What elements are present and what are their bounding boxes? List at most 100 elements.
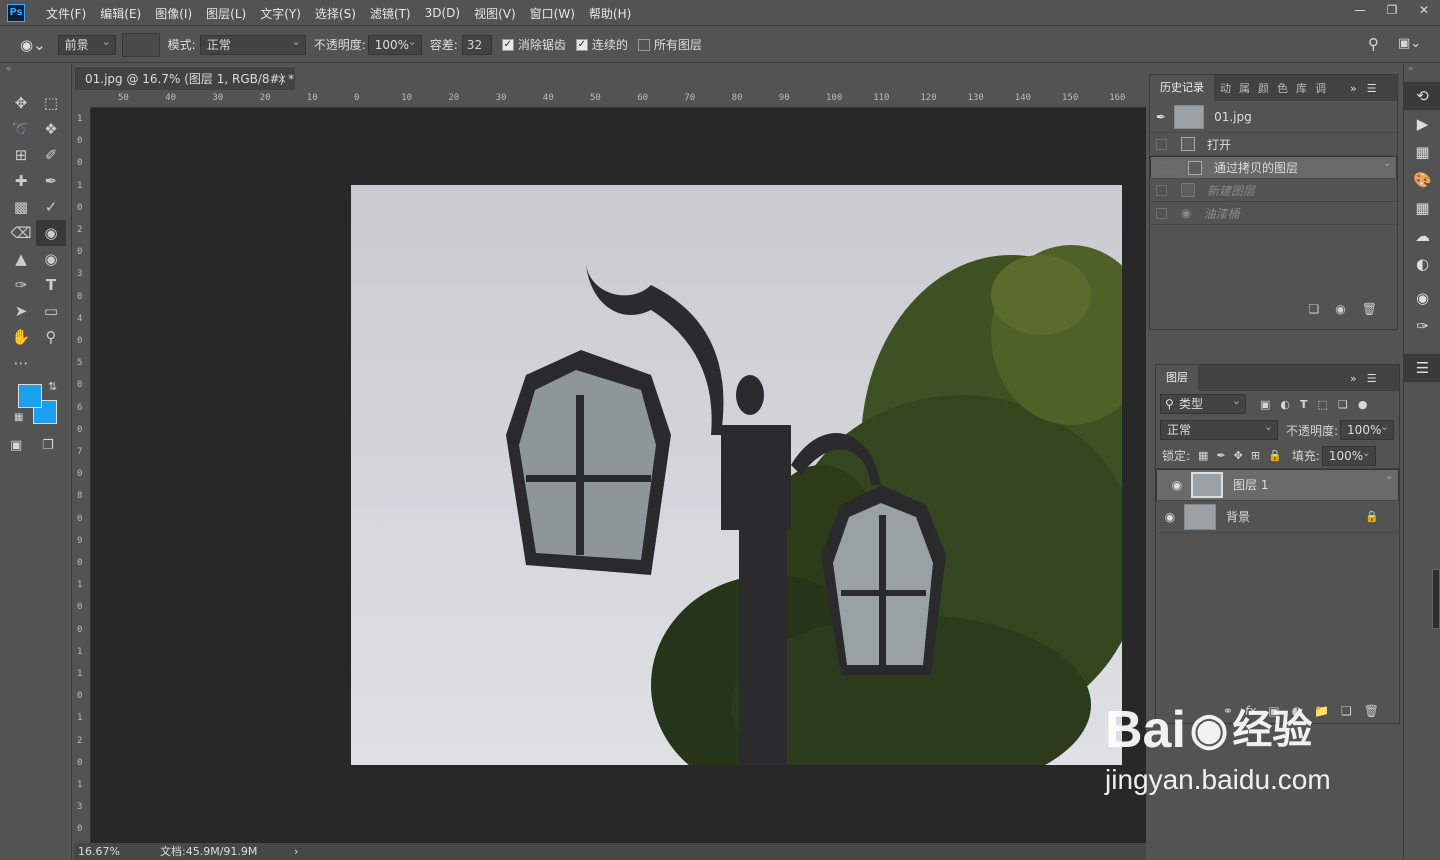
- marquee-tool-icon[interactable]: ⬚: [36, 90, 66, 116]
- paths-panel-icon[interactable]: ✑: [1404, 312, 1440, 340]
- eraser-tool-icon[interactable]: ⌫: [6, 220, 36, 246]
- crop-tool-icon[interactable]: ⊞: [6, 142, 36, 168]
- tab-adjustments[interactable]: 调: [1315, 80, 1326, 96]
- history-brush-source-icon[interactable]: ✒: [1156, 110, 1166, 124]
- visibility-eye-icon[interactable]: ◉: [1156, 510, 1184, 524]
- panel-expand-icon[interactable]: »: [1350, 372, 1357, 385]
- tab-actions[interactable]: 动: [1220, 80, 1231, 96]
- healing-brush-tool-icon[interactable]: ✚: [6, 168, 36, 194]
- layer-row-layer1[interactable]: ◉ 图层 1: [1156, 467, 1399, 501]
- swatches-panel-icon[interactable]: ▦: [1404, 194, 1440, 222]
- menu-filter[interactable]: 滤镜(T): [370, 5, 411, 22]
- opacity-input[interactable]: 100%: [367, 33, 422, 55]
- panel-menu-icon[interactable]: ☰: [1367, 82, 1377, 95]
- filter-type-icon[interactable]: T: [1300, 398, 1308, 411]
- close-document-icon[interactable]: ×: [277, 67, 287, 91]
- tab-properties[interactable]: 属: [1239, 80, 1250, 96]
- close-icon[interactable]: ✕: [1408, 0, 1440, 20]
- clone-stamp-tool-icon[interactable]: ▩: [6, 194, 36, 220]
- path-select-tool-icon[interactable]: ➤: [6, 298, 36, 324]
- visibility-eye-icon[interactable]: ◉: [1163, 476, 1191, 494]
- lock-position-icon[interactable]: ✥: [1234, 449, 1243, 462]
- quick-select-tool-icon[interactable]: ❖: [36, 116, 66, 142]
- antialias-checkbox[interactable]: ✓: [501, 38, 514, 51]
- new-document-from-state-icon[interactable]: ❏: [1309, 302, 1320, 316]
- menu-layer[interactable]: 图层(L): [206, 5, 246, 22]
- move-tool-icon[interactable]: ✥: [6, 90, 36, 116]
- history-item-new-layer[interactable]: 新建图层: [1150, 179, 1397, 202]
- search-icon[interactable]: ⚲: [1368, 35, 1379, 53]
- delete-state-icon[interactable]: 🗑: [1362, 302, 1377, 316]
- collapse-toolbar-icon[interactable]: «: [6, 64, 12, 74]
- canvas-image[interactable]: [351, 185, 1122, 765]
- panel-expand-icon[interactable]: »: [1350, 82, 1357, 95]
- new-snapshot-icon[interactable]: ◉: [1335, 302, 1345, 316]
- fill-source-select[interactable]: 前景: [57, 33, 116, 55]
- history-item-paint-bucket[interactable]: ◉ 油漆桶: [1150, 202, 1397, 225]
- type-tool-icon[interactable]: T: [36, 272, 66, 298]
- document-tab[interactable]: 01.jpg @ 16.7% (图层 1, RGB/8#) * ×: [75, 66, 295, 90]
- layer-name[interactable]: 图层 1: [1233, 476, 1268, 494]
- lock-artboard-icon[interactable]: ⊞: [1251, 449, 1260, 462]
- screen-mode-icon[interactable]: ❐: [42, 438, 54, 453]
- rectangle-tool-icon[interactable]: ▭: [36, 298, 66, 324]
- horizontal-ruler[interactable]: 50 40 30 20 10 0 10 20 30 40 50 60 70 80 90 100 110 120 13…: [74, 91, 1146, 108]
- workspace-icon[interactable]: ▣⌄: [1398, 36, 1421, 51]
- filter-pixel-icon[interactable]: ▣: [1260, 398, 1270, 411]
- vertical-ruler[interactable]: 1 0 0 1 0 2 0 3 0 4 0 5 0 6 0 7 0 8 0 9 0 1 0 0 1 1 0 1 2 0 1 3 0: [74, 108, 91, 843]
- history-item-layer-via-copy[interactable]: 通过拷贝的图层: [1150, 154, 1397, 179]
- minimize-icon[interactable]: —: [1344, 0, 1376, 20]
- contiguous-checkbox[interactable]: ✓: [575, 38, 588, 51]
- tab-color[interactable]: 颜: [1258, 80, 1269, 96]
- adjustments-panel-icon[interactable]: ◐: [1404, 250, 1440, 278]
- menu-3d[interactable]: 3D(D): [425, 6, 460, 20]
- layer-filter-select[interactable]: ⚲ 类型: [1160, 392, 1246, 414]
- menu-window[interactable]: 窗口(W): [530, 5, 575, 22]
- layers-panel-icon[interactable]: ☰: [1404, 354, 1440, 382]
- menu-edit[interactable]: 编辑(E): [100, 5, 141, 22]
- pattern-picker[interactable]: [121, 32, 160, 57]
- layer-name[interactable]: 背景: [1226, 508, 1250, 525]
- all-layers-checkbox[interactable]: [637, 38, 650, 51]
- history-snapshot[interactable]: ✒ 01.jpg: [1150, 101, 1397, 133]
- properties-panel-icon[interactable]: ▦: [1404, 138, 1440, 166]
- menu-image[interactable]: 图像(I): [155, 5, 192, 22]
- status-menu-arrow-icon[interactable]: ›: [294, 843, 298, 860]
- pen-tool-icon[interactable]: ✑: [6, 272, 36, 298]
- zoom-level[interactable]: 16.67%: [78, 843, 120, 860]
- filter-toggle-icon[interactable]: ●: [1358, 398, 1368, 411]
- panel-menu-icon[interactable]: ☰: [1367, 372, 1377, 385]
- actions-panel-icon[interactable]: ▶: [1404, 110, 1440, 138]
- history-panel-icon[interactable]: ⟲: [1404, 82, 1440, 110]
- channels-panel-icon[interactable]: ◉: [1404, 284, 1440, 312]
- tolerance-input[interactable]: 32: [461, 34, 492, 55]
- mode-select[interactable]: 正常: [199, 33, 306, 55]
- foreground-color-swatch[interactable]: [18, 384, 42, 408]
- eyedropper-tool-icon[interactable]: ✐: [36, 142, 66, 168]
- paint-bucket-tool-icon[interactable]: ◉: [36, 220, 66, 246]
- color-panel-icon[interactable]: 🎨: [1404, 166, 1440, 194]
- paint-bucket-preset-icon[interactable]: ◉⌄: [20, 36, 46, 54]
- lock-all-icon[interactable]: 🔒: [1268, 449, 1282, 462]
- fill-input[interactable]: 100%: [1321, 444, 1376, 466]
- tab-swatches[interactable]: 色: [1277, 80, 1288, 96]
- quick-mask-icon[interactable]: ▣: [10, 438, 22, 453]
- menu-type[interactable]: 文字(Y): [260, 5, 301, 22]
- filter-smart-object-icon[interactable]: ❏: [1338, 398, 1348, 411]
- menu-view[interactable]: 视图(V): [474, 5, 516, 22]
- tab-history[interactable]: 历史记录: [1150, 75, 1214, 101]
- dock-scrollbar[interactable]: [1432, 569, 1440, 629]
- tab-libraries[interactable]: 库: [1296, 80, 1307, 96]
- lock-transparent-icon[interactable]: ▦: [1198, 449, 1208, 462]
- dodge-tool-icon[interactable]: ◉: [36, 246, 66, 272]
- blend-mode-select[interactable]: 正常: [1160, 418, 1278, 440]
- zoom-tool-icon[interactable]: ⚲: [36, 324, 66, 350]
- hand-tool-icon[interactable]: ✋: [6, 324, 36, 350]
- lasso-tool-icon[interactable]: ➰: [6, 116, 36, 142]
- menu-file[interactable]: 文件(F): [46, 5, 86, 22]
- menu-select[interactable]: 选择(S): [315, 5, 356, 22]
- history-brush-tool-icon[interactable]: ✓: [36, 194, 66, 220]
- brush-tool-icon[interactable]: ✒: [36, 168, 66, 194]
- blur-tool-icon[interactable]: ▲: [6, 246, 36, 272]
- restore-icon[interactable]: ❐: [1376, 0, 1408, 20]
